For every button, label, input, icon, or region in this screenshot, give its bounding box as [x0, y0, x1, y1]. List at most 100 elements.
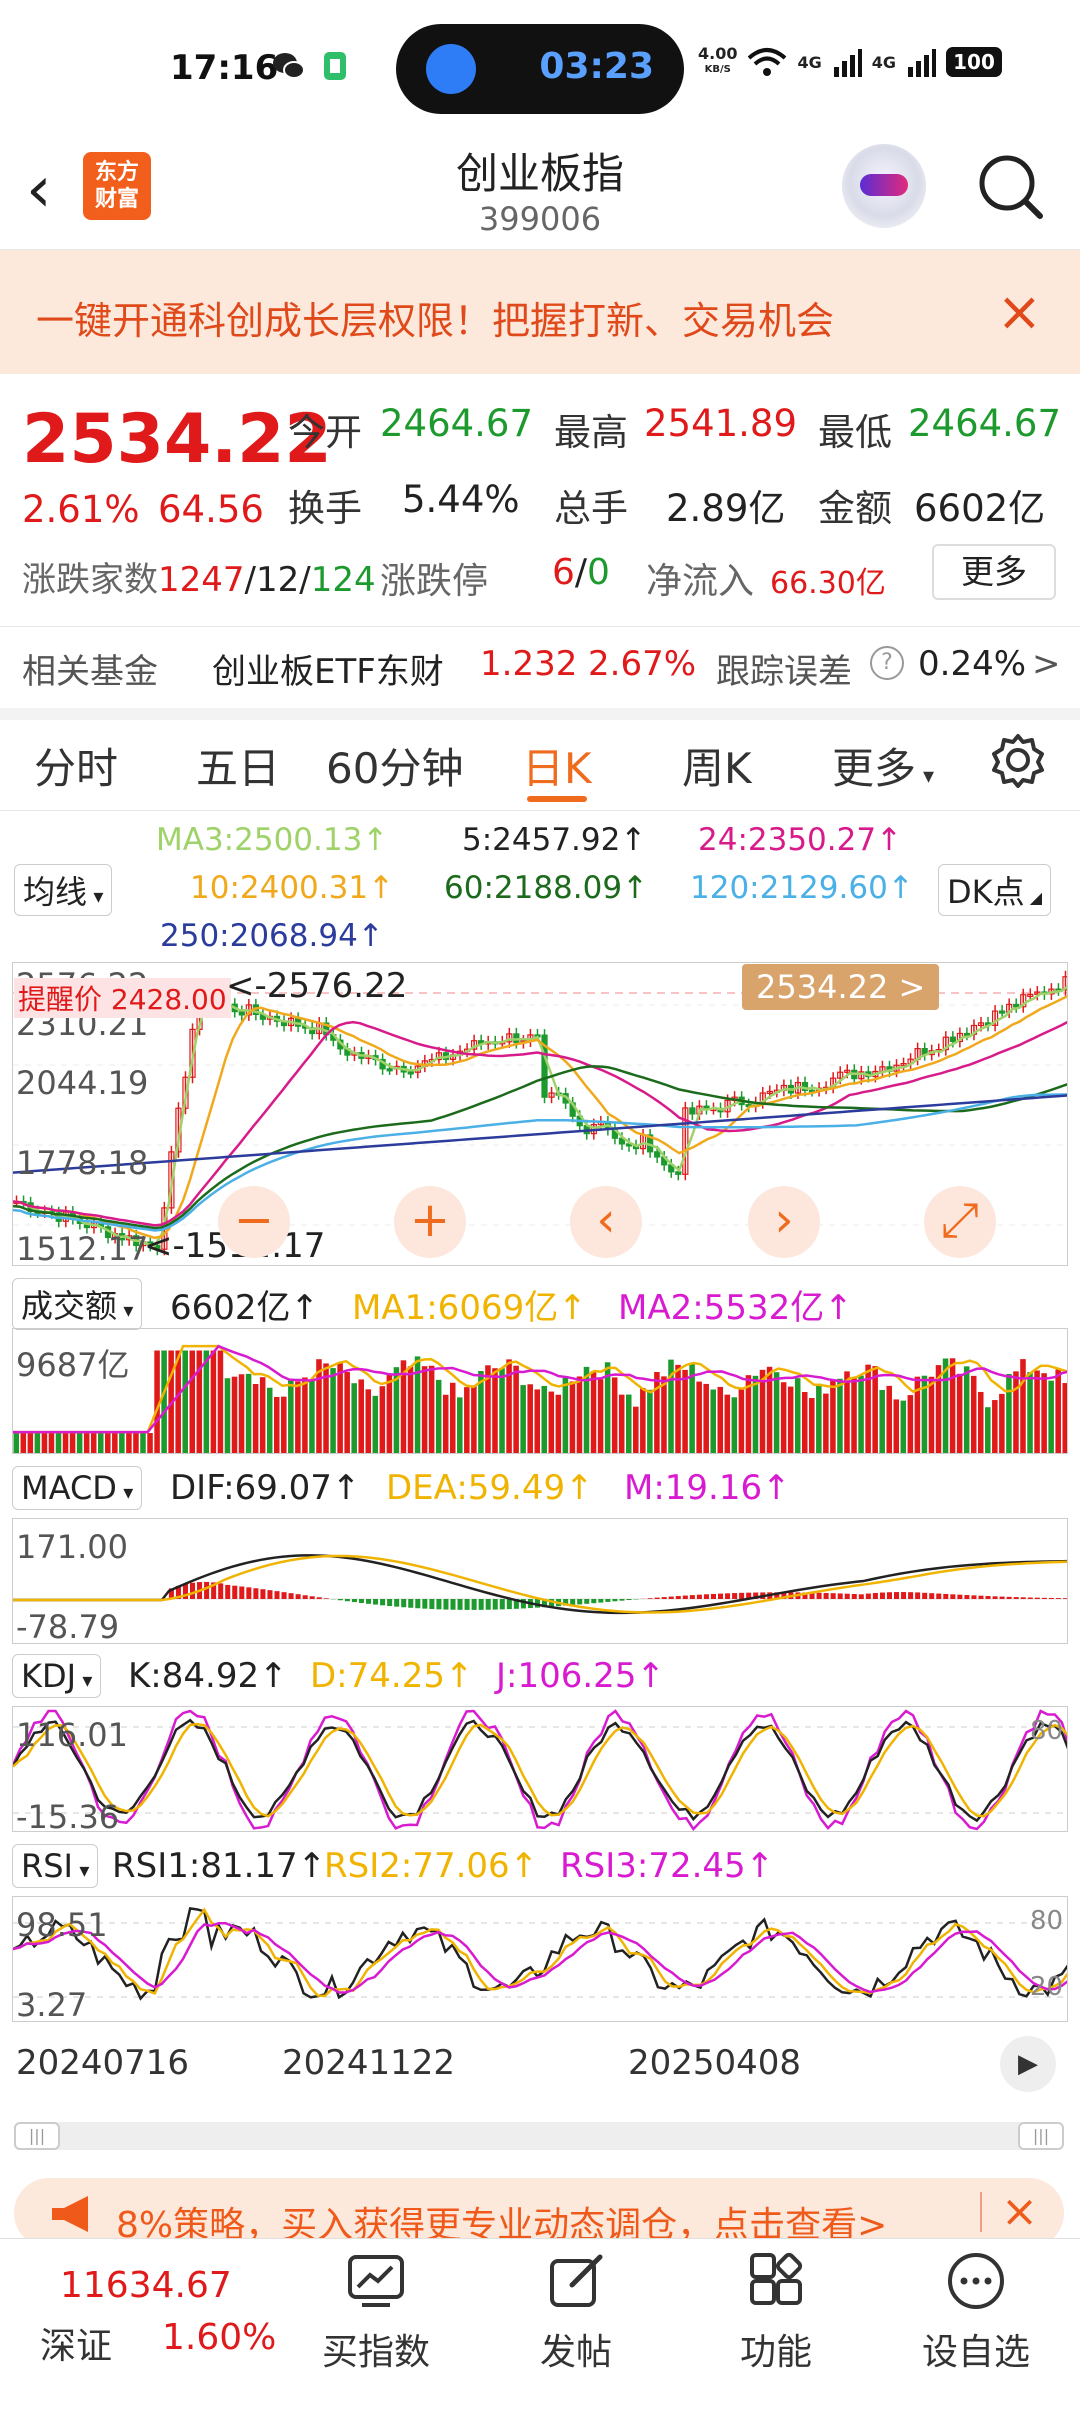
volume-label: 总手	[554, 478, 628, 532]
tracking-error-label: 跟踪误差	[716, 644, 852, 693]
fund-name[interactable]: 创业板ETF东财	[212, 644, 444, 693]
inflow-label: 净流入	[646, 552, 754, 604]
chart-range-scrollbar[interactable]: ||| |||	[14, 2122, 1064, 2150]
dynamic-island[interactable]: 03:23	[396, 24, 684, 114]
dk-point-button[interactable]: DK点 ◢	[938, 864, 1051, 916]
volume-bar	[63, 1433, 69, 1454]
macd-bar	[415, 1599, 420, 1608]
more-button[interactable]: 更多	[932, 544, 1056, 600]
candle	[950, 1037, 955, 1041]
volume-bar	[1006, 1374, 1012, 1454]
macd-bar	[366, 1599, 371, 1604]
volume-bar	[696, 1382, 702, 1454]
zoom-in-button[interactable]: +	[394, 1186, 466, 1258]
volume-chart[interactable]	[12, 1328, 1068, 1454]
date-label: 20241122	[282, 2043, 455, 2083]
range-handle-right[interactable]: |||	[1018, 2122, 1064, 2150]
macd-bar	[296, 1594, 301, 1599]
signal-icon	[906, 47, 936, 77]
shenzhen-index-ticker[interactable]: 11634.67 深证 1.60%	[0, 2239, 280, 2413]
help-icon[interactable]: ?	[870, 646, 904, 680]
macd-bar	[880, 1593, 885, 1599]
macd-bar	[486, 1599, 491, 1610]
volume-value: 2.89亿	[666, 478, 785, 532]
macd-bar	[204, 1582, 209, 1599]
rsi-selector[interactable]: RSI ▾	[12, 1844, 98, 1888]
close-icon[interactable]: ×	[997, 280, 1042, 343]
current-price-tag[interactable]: 2534.22 >	[742, 964, 939, 1010]
macd-bar	[676, 1596, 681, 1599]
banner-text[interactable]: 一键开通科创成长层权限！把握打新、交易机会	[36, 290, 834, 345]
volume-selector[interactable]: 成交额 ▾	[12, 1278, 142, 1330]
volume-bar	[851, 1377, 857, 1454]
volume-bar	[140, 1433, 146, 1454]
status-bar: 17:16 03:23 4.00KB/S 4G 4G 100	[0, 0, 1080, 140]
macd-chart[interactable]	[12, 1518, 1068, 1644]
fullscreen-button[interactable]: ⤢	[924, 1186, 996, 1258]
volume-bar	[612, 1377, 618, 1454]
volume-bar	[246, 1374, 252, 1454]
volume-bar	[654, 1372, 660, 1454]
network-type-2: 4G	[872, 53, 896, 72]
macd-bar	[915, 1592, 920, 1599]
volume-bar	[422, 1366, 428, 1454]
tab-more[interactable]: 更多 ▾	[832, 735, 934, 796]
tab-daily-k[interactable]: 日K	[522, 735, 592, 796]
zoom-out-button[interactable]: −	[218, 1186, 290, 1258]
macd-bar	[739, 1593, 744, 1599]
macd-bar	[978, 1596, 983, 1599]
tab-intraday[interactable]: 分时	[34, 735, 118, 796]
volume-bar	[309, 1379, 315, 1454]
volume-bar	[211, 1351, 217, 1455]
tab-five-day[interactable]: 五日	[196, 735, 280, 796]
volume-bar	[633, 1407, 639, 1454]
volume-bar	[330, 1368, 336, 1454]
close-icon[interactable]: ×	[1001, 2186, 1038, 2237]
macd-bar	[612, 1599, 617, 1601]
pan-left-button[interactable]: ‹	[570, 1186, 642, 1258]
volume-bar	[436, 1380, 442, 1454]
macd-selector[interactable]: MACD ▾	[12, 1466, 142, 1510]
volume-bar	[56, 1433, 62, 1454]
macd-bar	[359, 1599, 364, 1603]
volume-bar	[98, 1433, 104, 1454]
volume-bar	[204, 1351, 210, 1455]
macd-bar	[225, 1585, 230, 1599]
pan-right-button[interactable]: ›	[748, 1186, 820, 1258]
volume-bar	[872, 1366, 878, 1454]
volume-bar	[464, 1387, 470, 1454]
status-icons: 4.00KB/S 4G 4G 100	[698, 46, 1002, 78]
rsi3-value: RSI3:72.45↑	[560, 1846, 774, 1886]
ma-selector[interactable]: 均线 ▾	[14, 864, 112, 916]
kline-y-label: 2044.19	[16, 1064, 148, 1102]
robot-assistant-icon[interactable]	[842, 144, 926, 228]
volume-bar	[274, 1397, 280, 1454]
limit-label: 涨跌停	[380, 552, 488, 604]
promo-banner[interactable]: 一键开通科创成长层权限！把握打新、交易机会 ×	[0, 250, 1080, 374]
kdj-selector[interactable]: KDJ ▾	[12, 1654, 101, 1698]
volume-bar	[542, 1386, 548, 1454]
tab-weekly-k[interactable]: 周K	[682, 735, 752, 796]
tab-60min[interactable]: 60分钟	[326, 735, 463, 796]
chevron-right-icon[interactable]: >	[1032, 644, 1061, 684]
kdj-chart[interactable]	[12, 1706, 1068, 1832]
macd-bar	[690, 1595, 695, 1599]
macd-bar	[507, 1599, 512, 1609]
macd-bar	[866, 1594, 871, 1599]
search-icon[interactable]	[976, 152, 1046, 222]
volume-bar	[21, 1433, 27, 1454]
candle	[676, 1172, 681, 1174]
macd-bar	[873, 1593, 878, 1599]
macd-bar	[380, 1599, 385, 1605]
volume-bar	[373, 1396, 379, 1454]
volume-bar	[28, 1433, 34, 1454]
more-dots-icon	[946, 2251, 1006, 2311]
rsi-chart[interactable]	[12, 1896, 1068, 2022]
alert-price-label[interactable]: 提醒价 2428.00	[14, 978, 231, 1018]
gear-icon[interactable]	[990, 732, 1046, 788]
volume-bar	[774, 1372, 780, 1454]
range-handle-left[interactable]: |||	[14, 2122, 60, 2150]
macd-y-top: 171.00	[16, 1528, 128, 1566]
play-icon[interactable]: ▶	[1000, 2036, 1056, 2092]
fund-percent: 2.67%	[588, 644, 696, 684]
